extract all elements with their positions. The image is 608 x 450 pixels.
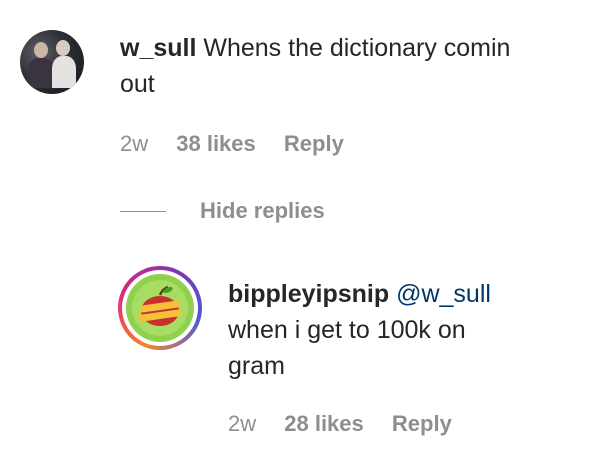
reply-likes[interactable]: 28 likes (284, 411, 364, 436)
reply-text-line1: when i get to 100k on (228, 316, 466, 344)
reply-meta: 2w 28 likes Reply (228, 411, 474, 437)
reply-text-line2: gram (228, 352, 285, 380)
avatar-figure (52, 56, 76, 88)
reply-avatar[interactable] (118, 266, 202, 350)
comment-text-line1: Whens the dictionary comin (203, 34, 511, 62)
avatar-figure (28, 58, 54, 88)
hide-replies-button[interactable]: Hide replies (200, 198, 325, 224)
comment-username[interactable]: w_sull (120, 34, 196, 62)
reply-text: bippleyipsnip @w_sull when i get to 100k… (228, 276, 491, 384)
apple-burgers-logo-icon (132, 280, 188, 336)
replies-divider (120, 211, 166, 212)
comment-text-line2: out (120, 70, 155, 98)
comment-avatar[interactable] (20, 30, 84, 94)
avatar-figure (56, 40, 70, 56)
reply-username[interactable]: bippleyipsnip (228, 280, 389, 308)
comment-meta: 2w 38 likes Reply (120, 131, 366, 157)
comment-likes[interactable]: 38 likes (176, 131, 256, 156)
comment-reply-button[interactable]: Reply (284, 131, 344, 156)
comment-time[interactable]: 2w (120, 131, 148, 156)
reply-time[interactable]: 2w (228, 411, 256, 436)
reply-reply-button[interactable]: Reply (392, 411, 452, 436)
reply-mention[interactable]: @w_sull (396, 280, 491, 308)
comment-text: w_sull Whens the dictionary comin out (120, 30, 510, 102)
avatar-figure (34, 42, 48, 58)
